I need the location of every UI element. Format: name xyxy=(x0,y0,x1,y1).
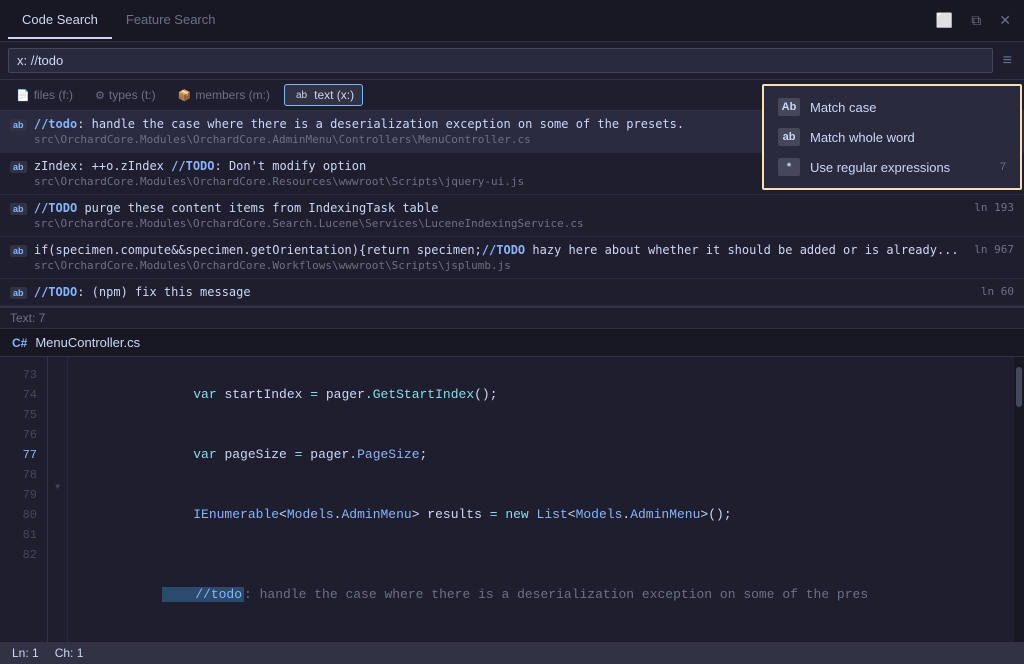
types-tab-label: types (t:) xyxy=(109,88,156,102)
line-numbers: 73 74 75 76 77 78 79 80 81 82 xyxy=(0,357,48,642)
match-case-icon: Ab xyxy=(778,98,800,116)
code-line-76 xyxy=(84,545,1014,565)
line-num-81: 81 xyxy=(0,525,47,545)
scrollbar-thumb[interactable] xyxy=(1016,367,1022,407)
restore-button[interactable]: ⧉ xyxy=(966,10,986,31)
todo-highlight: //todo xyxy=(162,587,244,602)
line-num-79: 79 xyxy=(0,485,47,505)
lang-badge: C# xyxy=(12,336,27,350)
search-input[interactable] xyxy=(8,48,993,73)
code-line-75: IEnumerable<Models.AdminMenu> results = … xyxy=(84,485,1014,545)
filter-tab-types[interactable]: ⚙ types (t:) xyxy=(87,85,164,105)
regex-icon: * xyxy=(778,158,800,176)
result-text: //TODO: (npm) fix this message ln 60 xyxy=(34,285,251,299)
result-text: //todo: handle the case where there is a… xyxy=(34,117,684,131)
regex-label: Use regular expressions xyxy=(810,160,990,175)
members-icon: 📦 xyxy=(178,89,192,102)
result-item[interactable]: ab //TODO purge these content items from… xyxy=(0,195,1024,237)
line-num-74: 74 xyxy=(0,385,47,405)
highlight-text: //TODO xyxy=(171,159,214,173)
close-button[interactable]: ✕ xyxy=(994,10,1016,31)
bottom-col: Ch: 1 xyxy=(55,646,84,660)
result-item[interactable]: ab if(specimen.compute&&specimen.getOrie… xyxy=(0,237,1024,279)
code-line-74: var pageSize = pager.PageSize; xyxy=(84,425,1014,485)
line-num-73: 73 xyxy=(0,365,47,385)
line-num-75: 75 xyxy=(0,405,47,425)
search-dropdown: Ab Match case ab Match whole word * Use … xyxy=(762,84,1022,190)
result-path: src\OrchardCore.Modules\OrchardCore.Work… xyxy=(34,259,1014,272)
result-icon: ab xyxy=(10,287,27,299)
result-item[interactable]: ab //TODO: (npm) fix this message ln 60 xyxy=(0,279,1024,306)
files-icon: 📄 xyxy=(16,89,30,102)
code-area: 73 74 75 76 77 78 79 80 81 82 ▼ xyxy=(0,357,1024,642)
result-path: src\OrchardCore.Modules\OrchardCore.Sear… xyxy=(34,217,1014,230)
code-lines[interactable]: var startIndex = pager.GetStartIndex(); … xyxy=(68,357,1014,642)
collapse-icon[interactable]: ▼ xyxy=(55,483,60,492)
title-bar: Code Search Feature Search ⬜ ⧉ ✕ xyxy=(0,0,1024,42)
code-filename: MenuController.cs xyxy=(35,335,140,350)
regex-shortcut: 7 xyxy=(1000,161,1006,173)
search-panel: ≡ Ab Match case ab Match whole word * Us… xyxy=(0,42,1024,111)
types-icon: ⚙ xyxy=(95,89,105,102)
search-bar: ≡ xyxy=(0,42,1024,80)
highlight-text: //TODO xyxy=(34,201,77,215)
code-line-73: var startIndex = pager.GetStartIndex(); xyxy=(84,365,1014,425)
line-num-76: 76 xyxy=(0,425,47,445)
filter-tab-text[interactable]: ab text (x:) xyxy=(284,84,363,106)
tab-code-search[interactable]: Code Search xyxy=(8,2,112,39)
use-regex-option[interactable]: * Use regular expressions 7 xyxy=(764,152,1020,182)
result-icon: ab xyxy=(10,245,27,257)
line-num-78: 78 xyxy=(0,465,47,485)
result-icon: ab xyxy=(10,161,27,173)
highlight-text: //TODO xyxy=(34,285,77,299)
gutter: ▼ xyxy=(48,357,68,642)
files-tab-label: files (f:) xyxy=(34,88,73,102)
code-view: C# MenuController.cs 73 74 75 76 77 78 7… xyxy=(0,329,1024,642)
bottom-line: Ln: 1 xyxy=(12,646,39,660)
code-scrollbar[interactable] xyxy=(1014,357,1024,642)
highlight-text: //TODO xyxy=(482,243,525,257)
highlight-text: //todo xyxy=(34,117,77,131)
status-bar: Text: 7 xyxy=(0,307,1024,329)
line-num-77: 77 xyxy=(0,445,47,465)
line-num-80: 80 xyxy=(0,505,47,525)
match-word-label: Match whole word xyxy=(810,130,1006,145)
text-tab-label: text (x:) xyxy=(314,88,354,102)
result-icon: ab xyxy=(10,119,27,131)
main-layout: Code Search Feature Search ⬜ ⧉ ✕ ≡ Ab Ma… xyxy=(0,0,1024,664)
bottom-bar: Ln: 1 Ch: 1 xyxy=(0,642,1024,664)
text-icon: ab xyxy=(293,89,310,102)
line-number: ln 967 xyxy=(974,243,1014,256)
code-view-header: C# MenuController.cs xyxy=(0,329,1024,357)
line-num-82: 82 xyxy=(0,545,47,565)
match-case-label: Match case xyxy=(810,100,1006,115)
result-text: //TODO purge these content items from In… xyxy=(34,201,439,215)
title-bar-controls: ⬜ ⧉ ✕ xyxy=(931,10,1016,31)
line-number: ln 60 xyxy=(981,285,1014,298)
match-case-option[interactable]: Ab Match case xyxy=(764,92,1020,122)
filter-tab-members[interactable]: 📦 members (m:) xyxy=(170,85,278,105)
match-word-icon: ab xyxy=(778,128,800,146)
line-number: ln 193 xyxy=(974,201,1014,214)
result-text: zIndex: ++o.zIndex //TODO: Don't modify … xyxy=(34,159,366,173)
status-text: Text: 7 xyxy=(10,311,45,325)
result-text: if(specimen.compute&&specimen.getOrienta… xyxy=(34,243,959,257)
members-tab-label: members (m:) xyxy=(195,88,270,102)
match-whole-word-option[interactable]: ab Match whole word xyxy=(764,122,1020,152)
search-options-icon[interactable]: ≡ xyxy=(999,50,1016,72)
result-icon: ab xyxy=(10,203,27,215)
tab-feature-search[interactable]: Feature Search xyxy=(112,2,230,39)
code-line-78: // load at least the ones without error.… xyxy=(84,625,1014,642)
minimize-button[interactable]: ⬜ xyxy=(931,10,958,31)
code-line-77: //todo: handle the case where there is a… xyxy=(84,565,1014,625)
filter-tab-files[interactable]: 📄 files (f:) xyxy=(8,85,81,105)
